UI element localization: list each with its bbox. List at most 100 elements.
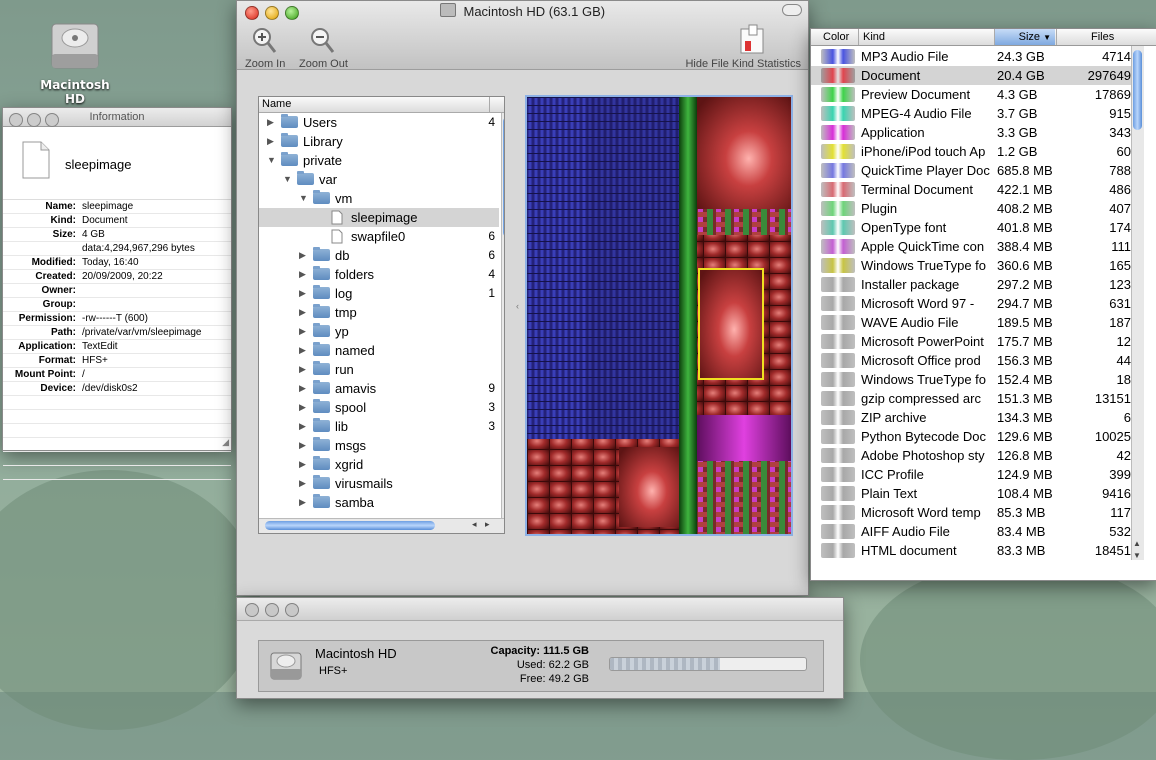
disclosure-triangle-icon[interactable]: ▶ (267, 132, 274, 151)
color-column-header[interactable]: Color (823, 29, 849, 45)
tree-folder-row[interactable]: ▶ Users 4 (259, 113, 499, 132)
kind-row[interactable]: ZIP archive 134.3 MB 6 (811, 408, 1137, 427)
disclosure-triangle-icon[interactable]: ▶ (299, 379, 306, 398)
kind-row[interactable]: Terminal Document 422.1 MB 486 (811, 180, 1137, 199)
tree-folder-row[interactable]: ▶ tmp (259, 303, 499, 322)
kind-row[interactable]: iPhone/iPod touch Ap 1.2 GB 60 (811, 142, 1137, 161)
disclosure-triangle-icon[interactable]: ▶ (299, 303, 306, 322)
disclosure-triangle-icon[interactable]: ▶ (299, 284, 306, 303)
tree-folder-row[interactable]: ▼ vm (259, 189, 499, 208)
disclosure-triangle-icon[interactable]: ▶ (299, 360, 306, 379)
zoom-out-button[interactable]: Zoom Out (299, 27, 348, 70)
kind-row[interactable]: OpenType font 401.8 MB 174 (811, 218, 1137, 237)
kind-row[interactable]: Preview Document 4.3 GB 17869 (811, 85, 1137, 104)
disclosure-triangle-icon[interactable]: ▶ (299, 265, 306, 284)
disclosure-triangle-icon[interactable]: ▶ (299, 341, 306, 360)
disclosure-triangle-icon[interactable]: ▼ (299, 189, 308, 208)
kind-column-header[interactable]: Kind (863, 29, 885, 45)
files-column-header[interactable]: Files (1091, 29, 1114, 45)
main-title-bar[interactable]: Macintosh HD (63.1 GB) Zoom In Zoom Out (237, 1, 808, 70)
tree-folder-row[interactable]: ▼ private (259, 151, 499, 170)
close-button[interactable] (9, 113, 23, 127)
kind-row[interactable]: ICC Profile 124.9 MB 399 (811, 465, 1137, 484)
tree-vertical-scrollbar[interactable] (501, 113, 504, 533)
treemap-selected-sleepimage[interactable] (698, 268, 764, 380)
tree-vertical-scroll-thumb[interactable] (503, 117, 504, 237)
disk-title-bar[interactable] (237, 598, 843, 621)
disclosure-triangle-icon[interactable]: ▶ (299, 417, 306, 436)
tree-file-row[interactable]: sleepimage (259, 208, 499, 227)
tree-folder-row[interactable]: ▶ spool 3 (259, 398, 499, 417)
zoom-button[interactable] (285, 603, 299, 617)
treemap-block-misc[interactable] (697, 461, 791, 534)
kind-row[interactable]: Microsoft Word temp 85.3 MB 117 (811, 503, 1137, 522)
kind-row[interactable]: Adobe Photoshop sty 126.8 MB 42 (811, 446, 1137, 465)
resize-grip-icon[interactable]: ◢ (222, 437, 229, 448)
kind-row[interactable]: Python Bytecode Doc 129.6 MB 10025 (811, 427, 1137, 446)
toolbar-toggle-button[interactable] (782, 4, 802, 16)
disclosure-triangle-icon[interactable]: ▶ (299, 398, 306, 417)
treemap-view[interactable] (525, 95, 793, 536)
split-view-divider[interactable]: ‹ (516, 301, 519, 311)
treemap-block-document-group[interactable] (697, 97, 791, 209)
zoom-button[interactable] (45, 113, 59, 127)
kind-row[interactable]: Windows TrueType fo 360.6 MB 165 (811, 256, 1137, 275)
tree-folder-row[interactable]: ▶ msgs (259, 436, 499, 455)
scroll-right-arrow-icon[interactable]: ▸ (485, 519, 490, 530)
disclosure-triangle-icon[interactable]: ▶ (299, 322, 306, 341)
kind-row[interactable]: Microsoft Word 97 - 294.7 MB 631 (811, 294, 1137, 313)
kind-vertical-scrollbar[interactable]: ▲ ▼ (1131, 46, 1144, 560)
kind-row[interactable]: HTML document 83.3 MB 18451 (811, 541, 1137, 560)
minimize-button[interactable] (265, 603, 279, 617)
treemap-block-documents-2[interactable] (697, 235, 791, 265)
kind-row[interactable]: Plugin 408.2 MB 407 (811, 199, 1137, 218)
tree-horizontal-scroll-thumb[interactable] (265, 521, 435, 530)
disclosure-triangle-icon[interactable]: ▶ (299, 436, 306, 455)
tree-column-header[interactable]: Name (259, 97, 504, 113)
disclosure-triangle-icon[interactable]: ▼ (267, 151, 276, 170)
tree-folder-row[interactable]: ▶ folders 4 (259, 265, 499, 284)
treemap-block-preview[interactable] (679, 97, 697, 534)
tree-folder-row[interactable]: ▶ Library (259, 132, 499, 151)
size-column-header[interactable]: Size ▼ (994, 29, 1055, 45)
scroll-up-arrow-icon[interactable]: ▲ (1133, 539, 1141, 548)
disclosure-triangle-icon[interactable]: ▶ (299, 474, 306, 493)
kind-row[interactable]: Document 20.4 GB 297649 (811, 66, 1137, 85)
tree-folder-row[interactable]: ▶ amavis 9 (259, 379, 499, 398)
kind-row[interactable]: Apple QuickTime con 388.4 MB 111 (811, 237, 1137, 256)
treemap-block-large-document[interactable] (619, 447, 679, 527)
tree-file-row[interactable]: swapfile0 6 (259, 227, 499, 246)
kind-row[interactable]: gzip compressed arc 151.3 MB 13151 (811, 389, 1137, 408)
kind-row[interactable]: Installer package 297.2 MB 123 (811, 275, 1137, 294)
kind-row[interactable]: Plain Text 108.4 MB 9416 (811, 484, 1137, 503)
kind-row[interactable]: Microsoft PowerPoint 175.7 MB 12 (811, 332, 1137, 351)
scroll-left-arrow-icon[interactable]: ◂ (472, 519, 477, 530)
kind-row[interactable]: Windows TrueType fo 152.4 MB 18 (811, 370, 1137, 389)
hide-stats-button[interactable]: Hide File Kind Statistics (685, 23, 801, 70)
disclosure-triangle-icon[interactable]: ▶ (267, 113, 274, 132)
tree-folder-row[interactable]: ▶ named (259, 341, 499, 360)
disclosure-triangle-icon[interactable]: ▶ (299, 493, 306, 512)
tree-folder-row[interactable]: ▶ lib 3 (259, 417, 499, 436)
tree-folder-row[interactable]: ▶ virusmails (259, 474, 499, 493)
scroll-down-arrow-icon[interactable]: ▼ (1133, 551, 1141, 560)
disclosure-triangle-icon[interactable]: ▼ (283, 170, 292, 189)
minimize-button[interactable] (27, 113, 41, 127)
tree-horizontal-scrollbar[interactable]: ◂ ▸ (259, 518, 504, 533)
tree-folder-row[interactable]: ▶ log 1 (259, 284, 499, 303)
kind-row[interactable]: AIFF Audio File 83.4 MB 532 (811, 522, 1137, 541)
kind-row[interactable]: Application 3.3 GB 343 (811, 123, 1137, 142)
kind-row[interactable]: Microsoft Office prod 156.3 MB 44 (811, 351, 1137, 370)
kind-scroll-thumb[interactable] (1133, 50, 1142, 130)
disclosure-triangle-icon[interactable]: ▶ (299, 455, 306, 474)
desktop-drive-icon[interactable]: Macintosh HD (30, 18, 120, 106)
kind-row[interactable]: QuickTime Player Doc 685.8 MB 788 (811, 161, 1137, 180)
treemap-block-applications[interactable] (697, 415, 791, 461)
kind-row[interactable]: MPEG-4 Audio File 3.7 GB 915 (811, 104, 1137, 123)
disclosure-triangle-icon[interactable]: ▶ (299, 246, 306, 265)
info-title-bar[interactable]: Information (3, 108, 231, 127)
treemap-block-mixed[interactable] (697, 209, 791, 235)
tree-folder-row[interactable]: ▶ xgrid (259, 455, 499, 474)
tree-folder-row[interactable]: ▼ var (259, 170, 499, 189)
tree-folder-row[interactable]: ▶ run (259, 360, 499, 379)
